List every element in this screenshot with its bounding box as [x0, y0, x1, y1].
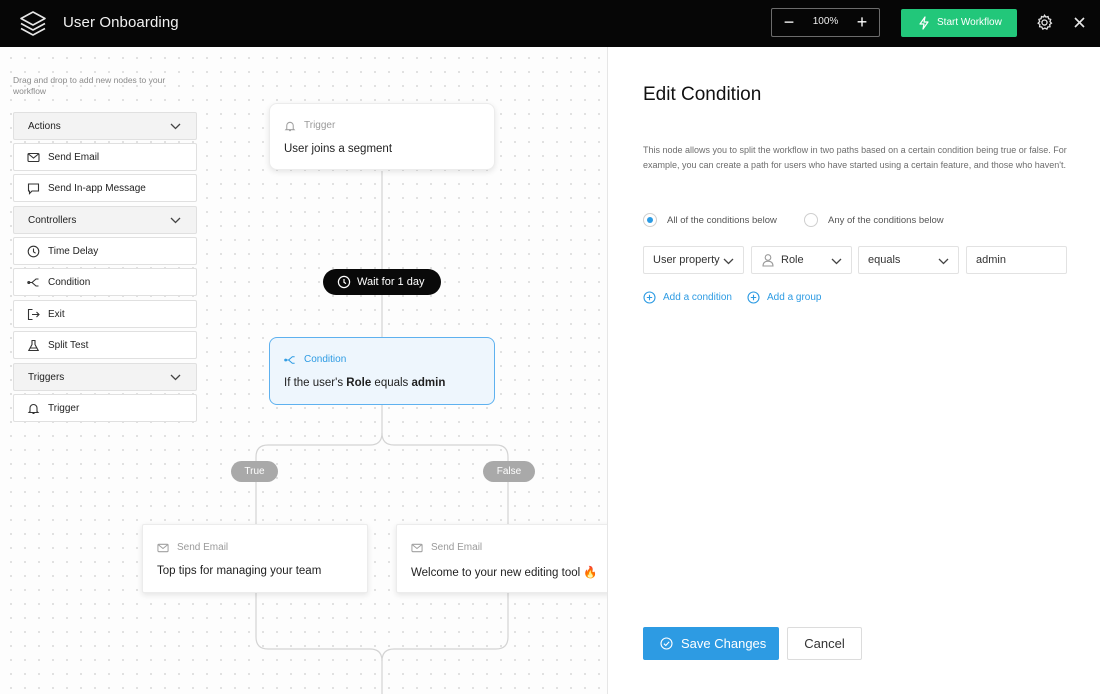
- node-text: User joins a segment: [284, 143, 393, 155]
- panel-description: This node allows you to split the workfl…: [643, 145, 1067, 170]
- item-label: Exit: [48, 309, 65, 320]
- panel-title: Edit Condition: [643, 84, 762, 105]
- item-label: Trigger: [48, 403, 80, 414]
- bell-icon: [284, 121, 296, 132]
- palette-item-send-in-app-message[interactable]: Send In-app Message: [13, 174, 197, 202]
- person-icon: [762, 254, 774, 267]
- node-type-label: Send Email: [177, 542, 229, 553]
- source-select[interactable]: User property: [643, 246, 744, 274]
- mail-icon: [157, 543, 169, 553]
- edit-condition-panel: Edit Condition This node allows you to s…: [607, 47, 1100, 694]
- add-condition-label: Add a condition: [663, 292, 732, 303]
- branch-icon: [284, 356, 295, 364]
- clock-icon: [337, 275, 351, 289]
- condition-field: Role: [346, 377, 372, 389]
- property-value: Role: [781, 254, 804, 266]
- palette-group-controllers[interactable]: Controllers: [13, 206, 197, 234]
- chevron-down-icon: [938, 258, 949, 265]
- chevron-down-icon: [170, 217, 181, 224]
- node-type-label: Condition: [304, 354, 347, 365]
- group-label: Controllers: [28, 215, 77, 226]
- send-email-node-false[interactable]: Send Email Welcome to your new editing t…: [396, 524, 607, 593]
- message-icon: [27, 183, 40, 195]
- bell-icon: [27, 403, 40, 415]
- palette-item-send-email[interactable]: Send Email: [13, 143, 197, 171]
- true-branch-label: True: [231, 461, 278, 482]
- zoom-control: − 100% +: [771, 8, 880, 37]
- chevron-down-icon: [170, 374, 181, 381]
- group-label: Actions: [28, 121, 61, 132]
- lightning-icon: [919, 16, 929, 30]
- item-label: Split Test: [48, 340, 89, 351]
- zoom-in-button[interactable]: +: [847, 9, 877, 36]
- match-all-label: All of the conditions below: [667, 215, 777, 226]
- chevron-down-icon: [170, 123, 181, 130]
- chevron-down-icon: [831, 258, 842, 265]
- property-select[interactable]: Role: [751, 246, 852, 274]
- close-icon[interactable]: [1073, 16, 1086, 29]
- operator-select[interactable]: equals: [858, 246, 959, 274]
- flask-icon: [27, 339, 40, 352]
- layers-logo-icon: [20, 11, 46, 36]
- check-circle-icon: [660, 637, 673, 650]
- condition-summary: If the user's Role equals admin: [284, 377, 445, 389]
- clock-icon: [27, 245, 40, 258]
- palette-item-trigger[interactable]: Trigger: [13, 394, 197, 422]
- zoom-out-button[interactable]: −: [774, 9, 804, 36]
- mail-icon: [27, 152, 40, 163]
- add-group-label: Add a group: [767, 292, 822, 303]
- wait-node[interactable]: Wait for 1 day: [323, 269, 441, 295]
- item-label: Send Email: [48, 152, 100, 163]
- plus-circle-icon: [747, 291, 760, 304]
- palette-group-triggers[interactable]: Triggers: [13, 363, 197, 391]
- condition-value: admin: [411, 377, 446, 389]
- source-value: User property: [653, 254, 720, 266]
- item-label: Send In-app Message: [48, 183, 146, 194]
- item-label: Condition: [48, 277, 91, 288]
- false-branch-label: False: [483, 461, 535, 482]
- operator-value: equals: [868, 254, 901, 266]
- condition-prefix: If the user's: [284, 377, 344, 389]
- start-workflow-label: Start Workflow: [937, 17, 1002, 28]
- item-label: Time Delay: [48, 246, 99, 257]
- palette-item-split-test[interactable]: Split Test: [13, 331, 197, 359]
- workflow-canvas[interactable]: Drag and drop to add new nodes to your w…: [0, 47, 607, 694]
- chevron-down-icon: [723, 258, 734, 265]
- send-email-node-true[interactable]: Send Email Top tips for managing your te…: [142, 524, 368, 593]
- top-bar: User Onboarding − 100% + Start Workflow: [0, 0, 1100, 47]
- trigger-node[interactable]: Trigger User joins a segment: [269, 103, 495, 170]
- node-type-label: Send Email: [431, 542, 483, 553]
- node-text: Welcome to your new editing tool 🔥: [411, 567, 598, 579]
- palette-item-condition[interactable]: Condition: [13, 268, 197, 296]
- condition-node[interactable]: Condition If the user's Role equals admi…: [269, 337, 495, 405]
- group-label: Triggers: [28, 372, 65, 383]
- save-changes-button[interactable]: Save Changes: [643, 627, 779, 660]
- condition-operator: equals: [374, 377, 409, 389]
- branch-icon: [27, 278, 39, 287]
- gear-icon[interactable]: [1036, 14, 1053, 31]
- start-workflow-button[interactable]: Start Workflow: [901, 9, 1017, 37]
- match-all-radio[interactable]: [643, 213, 657, 227]
- node-text: Top tips for managing your team: [157, 565, 322, 577]
- app-title: User Onboarding: [63, 14, 179, 31]
- zoom-level: 100%: [812, 16, 839, 27]
- save-label: Save Changes: [681, 636, 767, 651]
- cancel-button[interactable]: Cancel: [787, 627, 862, 660]
- palette-group-actions[interactable]: Actions: [13, 112, 197, 140]
- wait-label: Wait for 1 day: [357, 276, 425, 288]
- match-any-label: Any of the conditions below: [828, 215, 944, 226]
- value-input[interactable]: [966, 246, 1067, 274]
- mail-icon: [411, 543, 423, 553]
- palette-hint: Drag and drop to add new nodes to your w…: [13, 75, 166, 96]
- palette-item-exit[interactable]: Exit: [13, 300, 197, 328]
- palette-item-time-delay[interactable]: Time Delay: [13, 237, 197, 265]
- exit-icon: [27, 308, 40, 321]
- plus-circle-icon: [643, 291, 656, 304]
- node-type-label: Trigger: [304, 120, 336, 131]
- match-any-radio[interactable]: [804, 213, 818, 227]
